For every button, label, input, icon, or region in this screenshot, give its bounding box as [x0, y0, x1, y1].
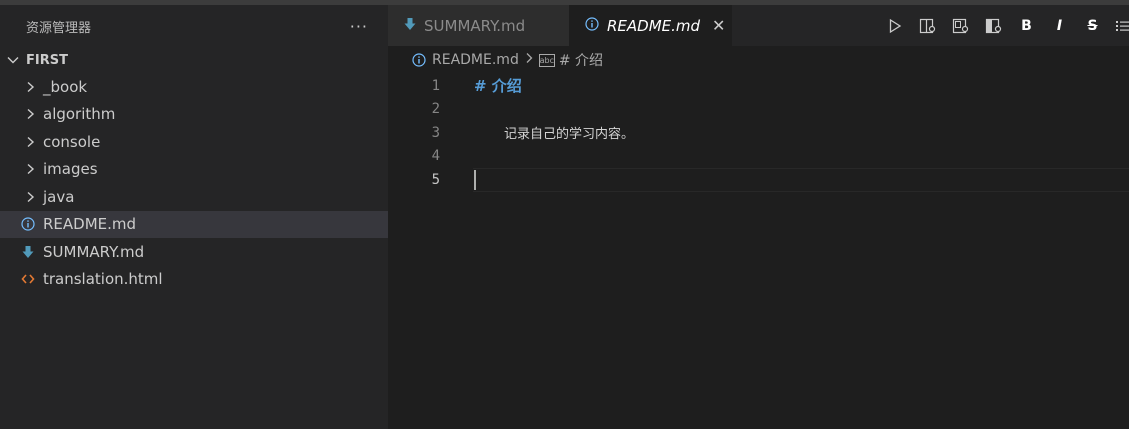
tree-item-label: _book: [43, 77, 88, 96]
current-line-highlight: [473, 168, 1129, 192]
tree-item-label: algorithm: [43, 105, 116, 124]
text-cursor: [474, 170, 476, 190]
tree-item-label: translation.html: [43, 270, 163, 289]
chevron-right-icon: [525, 52, 533, 68]
chevron-right-icon: [24, 191, 36, 203]
split-editor-icon[interactable]: [977, 5, 1010, 46]
workspace-folder-label: FIRST: [26, 52, 68, 68]
markdown-heading: # 介绍: [474, 77, 522, 96]
chevron-right-icon: [24, 136, 36, 148]
tree-folder-algorithm[interactable]: algorithm: [0, 101, 388, 129]
code-line: 1 # 介绍: [388, 74, 1129, 98]
tree-file-readme[interactable]: README.md: [0, 210, 388, 238]
tab-label: README.md: [607, 16, 701, 35]
tree-folder-console[interactable]: console: [0, 128, 388, 156]
close-icon[interactable]: ✕: [712, 16, 725, 35]
string-symbol-icon: abc: [538, 53, 555, 67]
more-actions-icon[interactable]: ···: [350, 17, 368, 36]
tree-item-label: java: [43, 187, 75, 206]
tree-item-label: console: [43, 132, 101, 151]
info-icon: [585, 16, 599, 35]
current-code-line: 5: [388, 168, 1129, 192]
open-preview-icon[interactable]: [911, 5, 944, 46]
tree-file-translation[interactable]: translation.html: [0, 266, 388, 294]
code-line: 3 记录自己的学习内容。: [388, 121, 1129, 145]
chevron-down-icon: [6, 53, 20, 67]
line-number: 3: [431, 124, 440, 141]
tree-item-label: README.md: [43, 215, 137, 234]
info-icon: [20, 217, 36, 231]
tree-item-label: SUMMARY.md: [43, 242, 145, 261]
preview-side-icon[interactable]: [944, 5, 977, 46]
strikethrough-button[interactable]: S: [1076, 5, 1109, 46]
code-editor[interactable]: 1 # 介绍 2 3 记录自己的学习内容。 4 5: [388, 74, 1129, 192]
html-code-icon: [20, 273, 36, 285]
line-number: 4: [431, 148, 440, 165]
tree-item-label: images: [43, 160, 98, 179]
code-line: 2: [388, 98, 1129, 122]
chevron-right-icon: [24, 81, 36, 93]
explorer-header: 资源管理器 ···: [0, 5, 388, 47]
line-text: 记录自己的学习内容。: [504, 127, 635, 143]
info-icon: [412, 53, 426, 67]
tab-readme[interactable]: README.md ✕: [569, 5, 732, 46]
code-line: 4: [388, 145, 1129, 169]
tree-folder-java[interactable]: java: [0, 183, 388, 211]
editor-actions: B I S: [878, 5, 1129, 46]
tree-folder-images[interactable]: images: [0, 156, 388, 184]
tab-bar: SUMMARY.md README.md ✕ B I S: [388, 5, 1129, 46]
download-arrow-icon: [20, 245, 36, 259]
bold-button[interactable]: B: [1010, 5, 1043, 46]
editor-area: SUMMARY.md README.md ✕ B I S README.md a…: [388, 5, 1129, 429]
tree-folder-book[interactable]: _book: [0, 73, 388, 101]
chevron-right-icon: [24, 108, 36, 120]
breadcrumb-file[interactable]: README.md: [432, 52, 519, 68]
tab-label: SUMMARY.md: [424, 16, 526, 35]
explorer-sidebar: 资源管理器 ··· FIRST _book algorithm console …: [0, 5, 388, 429]
workspace-folder-first[interactable]: FIRST: [0, 47, 388, 73]
tree-file-summary[interactable]: SUMMARY.md: [0, 238, 388, 266]
explorer-title: 资源管理器: [26, 20, 92, 36]
chevron-right-icon: [24, 163, 36, 175]
tab-summary[interactable]: SUMMARY.md: [388, 5, 569, 46]
breadcrumb-symbol[interactable]: # 介绍: [559, 50, 603, 70]
line-number: 2: [431, 101, 440, 118]
breadcrumb: README.md abc # 介绍: [388, 46, 1129, 74]
line-number: 1: [431, 77, 440, 94]
run-icon[interactable]: [878, 5, 911, 46]
italic-button[interactable]: I: [1043, 5, 1076, 46]
line-number: 5: [431, 171, 440, 188]
list-icon[interactable]: [1109, 5, 1129, 46]
download-arrow-icon: [404, 17, 416, 35]
